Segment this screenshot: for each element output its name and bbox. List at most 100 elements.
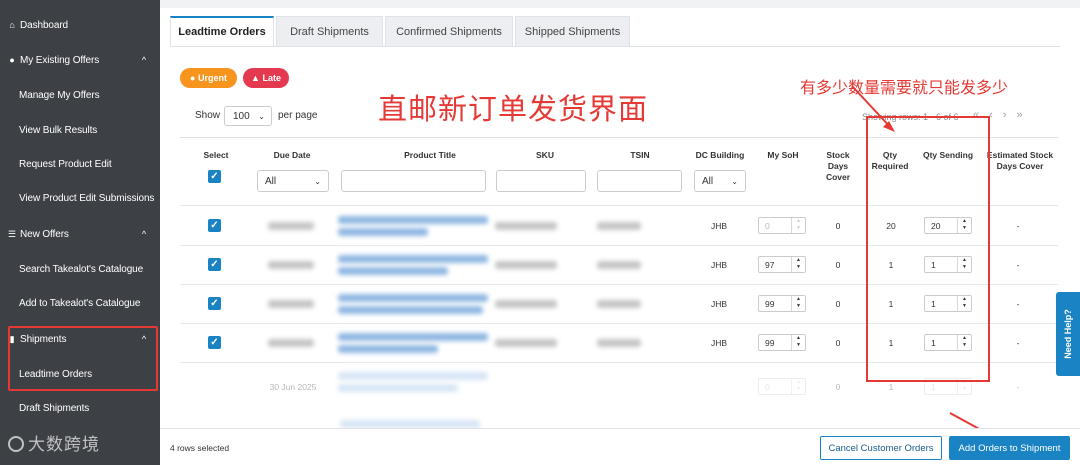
dc-building-cell: JHB	[710, 260, 728, 270]
chevron-down-icon: ⌄	[731, 176, 738, 186]
stock-days-cell: 0	[835, 299, 841, 309]
chevron-up-icon: ^	[141, 55, 146, 65]
blurred-tsin	[597, 300, 641, 308]
blurred-product-title[interactable]	[338, 267, 448, 275]
blurred-product-title[interactable]	[338, 384, 458, 392]
sidebar-item-request-product-edit[interactable]: Request Product Edit	[0, 149, 160, 179]
sidebar-item-manage-my-offers[interactable]: Manage My Offers	[0, 80, 160, 110]
annotation-qty-box	[866, 116, 990, 382]
stepper-arrows-icon[interactable]: ▲ ▼	[791, 296, 805, 311]
tab-shipped-shipments[interactable]: Shipped Shipments	[515, 16, 630, 46]
select-all-checkbox[interactable]: ✓	[208, 170, 221, 183]
per-page-label: per page	[278, 110, 318, 121]
urgent-badge[interactable]: ● Urgent	[180, 68, 237, 88]
sidebar-item-view-bulk-results[interactable]: View Bulk Results	[0, 115, 160, 145]
last-page-icon[interactable]: »	[1016, 109, 1032, 121]
row-checkbox[interactable]: ✓	[208, 336, 221, 349]
tsin-filter[interactable]	[597, 170, 682, 192]
sidebar: ⌂ Dashboard ● My Existing Offers ^ Manag…	[0, 0, 160, 465]
watermark: 大数跨境	[8, 430, 100, 455]
dc-building-cell: JHB	[710, 299, 728, 309]
dc-building-cell: JHB	[710, 221, 728, 231]
soh-stepper: 0 ▲ ▼	[758, 217, 806, 234]
est-stock-days-cell: -	[1016, 221, 1020, 231]
blurred-product-title[interactable]	[338, 228, 428, 236]
stock-days-cell: 0	[835, 382, 841, 392]
prev-page-icon[interactable]: ‹	[989, 109, 1003, 121]
next-page-icon[interactable]: ›	[1003, 109, 1017, 121]
blurred-product-title[interactable]	[338, 306, 483, 314]
footer-bar	[160, 428, 1080, 465]
dc-building-cell: JHB	[710, 338, 728, 348]
blurred-product-title[interactable]	[338, 372, 488, 380]
tab-draft-shipments[interactable]: Draft Shipments	[276, 16, 383, 46]
sidebar-item-dashboard[interactable]: ⌂ Dashboard	[0, 10, 160, 40]
product-title-filter[interactable]	[341, 170, 486, 192]
soh-stepper[interactable]: 97 ▲ ▼	[758, 256, 806, 273]
add-orders-to-shipment-button[interactable]: Add Orders to Shipment	[949, 436, 1070, 460]
col-header-my-soh: My SoH	[767, 150, 799, 160]
row-checkbox[interactable]: ✓	[208, 219, 221, 232]
need-help-tab[interactable]: Need Help?	[1056, 292, 1080, 376]
blurred-tsin	[597, 261, 641, 269]
blurred-product-title[interactable]	[338, 345, 438, 353]
est-stock-days-cell: -	[1016, 299, 1020, 309]
stepper-arrows-icon[interactable]: ▲ ▼	[791, 257, 805, 272]
cancel-customer-orders-button[interactable]: Cancel Customer Orders	[820, 436, 942, 460]
blurred-due-date	[268, 300, 314, 308]
est-stock-days-cell: -	[1016, 382, 1020, 392]
tag-icon: ●	[9, 55, 15, 65]
blurred-product-title[interactable]	[340, 420, 480, 428]
stock-days-cell: 0	[835, 260, 841, 270]
annotation-title: 直邮新订单发货界面	[378, 94, 649, 126]
annotation-qty-note: 有多少数量需要就只能发多少	[800, 80, 1009, 97]
blurred-tsin	[597, 339, 641, 347]
sidebar-item-view-product-edit-submissions[interactable]: View Product Edit Submissions	[0, 183, 160, 213]
blurred-product-title[interactable]	[338, 333, 488, 341]
sidebar-highlight-box	[8, 326, 158, 391]
list-icon: ☰	[8, 228, 16, 239]
blurred-product-title[interactable]	[338, 255, 488, 263]
chevron-down-icon: ⌄	[258, 111, 265, 121]
row-checkbox[interactable]: ✓	[208, 297, 221, 310]
row-checkbox[interactable]: ✓	[208, 258, 221, 271]
due-date-cell: 30 Jun 2025	[269, 382, 317, 392]
col-header-est-stock-days-cover: Estimated Stock Days Cover	[986, 150, 1054, 171]
qty-required-cell: 1	[888, 382, 894, 392]
sku-filter[interactable]	[496, 170, 586, 192]
sidebar-item-search-catalogue[interactable]: Search Takealot's Catalogue	[0, 254, 160, 284]
tab-leadtime-orders[interactable]: Leadtime Orders	[170, 16, 274, 46]
blurred-due-date	[268, 339, 314, 347]
stepper-arrows-icon: ▲ ▼	[791, 218, 805, 233]
soh-stepper[interactable]: 99 ▲ ▼	[758, 295, 806, 312]
blurred-tsin	[597, 222, 641, 230]
col-header-product-title: Product Title	[404, 150, 456, 160]
watermark-logo-icon	[8, 436, 24, 452]
tab-divider	[170, 46, 1060, 47]
late-badge[interactable]: ▲ Late	[243, 68, 289, 88]
blurred-product-title[interactable]	[338, 294, 488, 302]
sidebar-item-my-existing-offers[interactable]: ● My Existing Offers ^	[0, 45, 160, 75]
blurred-sku	[495, 300, 557, 308]
tab-confirmed-shipments[interactable]: Confirmed Shipments	[385, 16, 513, 46]
stepper-arrows-icon[interactable]: ▲ ▼	[791, 335, 805, 350]
soh-stepper[interactable]: 99 ▲ ▼	[758, 334, 806, 351]
sidebar-item-new-offers[interactable]: ☰ New Offers ^	[0, 219, 160, 249]
stepper-arrows-icon: ▲ ▼	[791, 379, 805, 394]
col-header-select: Select	[203, 150, 229, 160]
stock-days-cell: 0	[835, 338, 841, 348]
per-page-select[interactable]: 100 ⌄	[224, 106, 272, 126]
dc-building-filter[interactable]: All ⌄	[694, 170, 746, 192]
sidebar-item-add-to-catalogue[interactable]: Add to Takealot's Catalogue	[0, 288, 160, 318]
home-icon: ⌂	[9, 20, 15, 30]
blurred-sku	[495, 222, 557, 230]
blurred-product-title[interactable]	[338, 216, 488, 224]
sidebar-item-draft-shipments[interactable]: Draft Shipments	[0, 393, 160, 423]
est-stock-days-cell: -	[1016, 260, 1020, 270]
col-header-due-date: Due Date	[273, 150, 311, 160]
col-header-stock-days-cover: Stock Days Cover	[825, 150, 851, 182]
col-header-tsin: TSIN	[630, 150, 650, 160]
col-header-dc-building: DC Building	[695, 150, 745, 160]
due-date-filter[interactable]: All ⌄	[257, 170, 329, 192]
chevron-down-icon: ⌄	[314, 176, 321, 186]
